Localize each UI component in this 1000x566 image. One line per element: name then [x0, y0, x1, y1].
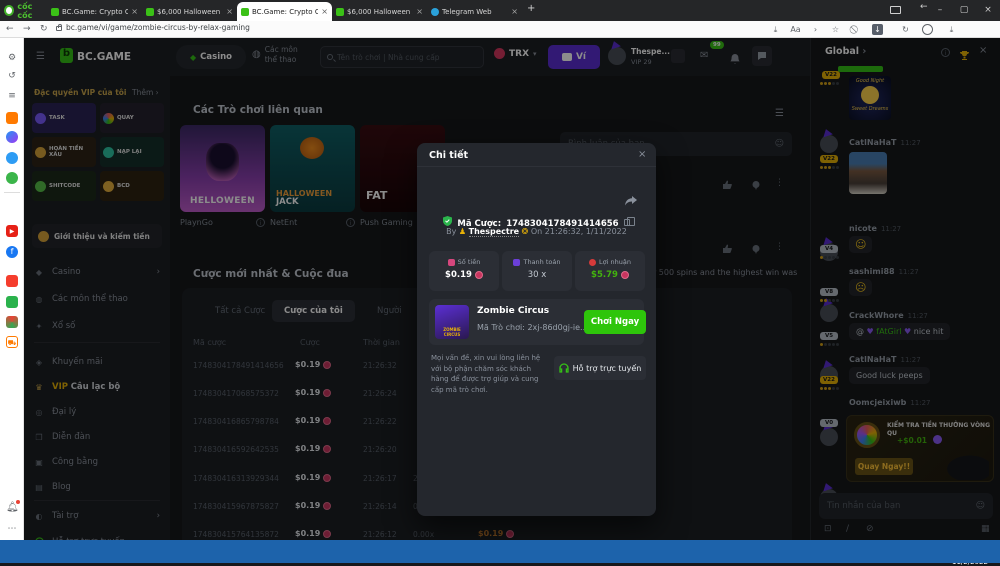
browser-tab-4[interactable]: $6,000 Halloween Slot Battle × — [332, 2, 427, 21]
stat-payout-mult: Thanh toán 30 x — [502, 251, 572, 291]
shopee-icon[interactable] — [6, 275, 18, 287]
telegram-favicon — [431, 8, 439, 16]
coin-icon — [621, 271, 629, 279]
nav-back-icon[interactable]: ← — [6, 22, 14, 37]
reading-list-icon[interactable]: ≡ — [6, 90, 18, 102]
tab-close-icon[interactable]: × — [511, 7, 518, 16]
game-name: Zombie Circus — [477, 306, 549, 316]
live-support-button[interactable]: Hỗ trợ trực tuyến — [554, 356, 646, 380]
share-bet-icon[interactable] — [625, 191, 637, 210]
tab-search-icon[interactable]: ← — [920, 2, 928, 12]
window-minimize-button[interactable]: – — [928, 0, 952, 21]
nav-reload-icon[interactable]: ↻ — [40, 22, 48, 37]
tab-close-icon[interactable]: × — [131, 7, 138, 16]
browser-tab-1[interactable]: BC.Game: Crypto Casino Gan × — [47, 2, 142, 21]
add-shortcut-icon[interactable] — [6, 204, 18, 216]
url-text[interactable]: bc.game/vi/game/zombie-circus-by-relax-g… — [66, 23, 250, 32]
window-maximize-button[interactable]: ▢ — [952, 0, 976, 21]
browser-brand-label: cốc cốc — [17, 2, 47, 20]
browser-tab-5[interactable]: Telegram Web × — [427, 2, 522, 21]
player-link[interactable]: Thespectre — [469, 227, 519, 237]
youtube-icon[interactable]: ▶ — [6, 225, 18, 237]
tab-close-icon[interactable]: × — [321, 7, 328, 16]
messenger-icon[interactable] — [6, 131, 18, 143]
zalo-icon[interactable] — [6, 152, 18, 164]
stat-profit: Lợi nhuận $5.79 — [575, 251, 645, 291]
amount-icon — [448, 259, 455, 266]
new-tab-button[interactable]: + — [527, 3, 535, 14]
hot-trending-icon[interactable] — [6, 112, 18, 124]
downloads-button[interactable]: ↓ — [872, 24, 883, 35]
sync-icon[interactable]: ↻ — [900, 24, 911, 35]
bcgame-page: ☰ b BC.GAME ◆ Casino ◍ Các mônthể thao T… — [24, 38, 1000, 540]
sports-ball-icon[interactable] — [6, 316, 18, 328]
bcgame-favicon — [51, 8, 59, 16]
cart-icon[interactable]: ⛟ — [6, 336, 18, 348]
bookmark-star-icon[interactable]: ☆ — [830, 24, 841, 35]
modal-title: Chi tiết — [429, 150, 468, 161]
tab-close-icon[interactable]: × — [226, 7, 233, 16]
browser-tabbar: cốc cốc BC.Game: Crypto Casino Gan × $6,… — [0, 0, 1000, 21]
pip-icon[interactable] — [890, 6, 901, 14]
games-icon[interactable] — [6, 172, 18, 184]
coin-icon — [475, 271, 483, 279]
browser-brand: cốc cốc — [0, 0, 47, 21]
more-icon[interactable]: ⋯ — [6, 523, 18, 535]
headset-icon — [559, 363, 569, 373]
game-code-row: Mã Trò chơi: 2xj-86d0gj-ie... — [477, 323, 596, 332]
settings-gear-icon[interactable]: ⚙ — [6, 52, 18, 64]
history-icon[interactable]: ↺ — [6, 70, 18, 82]
translate-icon[interactable]: Aa — [790, 24, 801, 35]
save-page-icon[interactable]: ⤓ — [770, 24, 781, 35]
bee-emoji: ❂ — [522, 227, 529, 236]
coccoc-logo-icon — [4, 5, 14, 16]
bet-datetime: 21:26:32, 1/11/2022 — [545, 227, 627, 236]
facebook-icon[interactable]: f — [6, 246, 18, 258]
bet-meta-row: By ♟ Thespectre ❂ On 21:26:32, 1/11/2022 — [417, 227, 656, 236]
share-icon[interactable]: › — [810, 24, 821, 35]
profit-icon — [589, 259, 596, 266]
bcgame-favicon — [336, 8, 344, 16]
browser-tab-3-active[interactable]: BC.Game: Crypto Casino Gan × — [237, 2, 332, 21]
notifications-bell-icon[interactable]: 🔔︎ — [6, 502, 18, 514]
bcgame-favicon — [146, 8, 154, 16]
profile-icon[interactable] — [922, 24, 933, 35]
play-now-button[interactable]: Chơi Ngay — [584, 310, 646, 334]
adblock-shield-icon[interactable]: ⃠ — [850, 24, 861, 35]
nav-forward-icon[interactable]: → — [23, 22, 31, 37]
payout-icon — [513, 259, 520, 266]
windows-taskbar — [0, 540, 1000, 563]
support-note: Mọi vấn đề, xin vui lòng liên hệ với bộ … — [431, 353, 549, 395]
gift-icon[interactable] — [6, 296, 18, 308]
game-code: 2xj-86d0gj-ie... — [527, 323, 587, 332]
tab-close-icon[interactable]: × — [416, 7, 423, 16]
bet-details-modal: Chi tiết × Mã Cược: 1748304178491414656 … — [417, 143, 656, 516]
modal-header: Chi tiết × — [417, 143, 656, 167]
stat-amount: Số tiền $0.19 — [429, 251, 499, 291]
download-tray-icon[interactable]: ⤓ — [946, 24, 957, 35]
browser-tab-2[interactable]: $6,000 Halloween Slot Battle × — [142, 2, 237, 21]
bcgame-favicon — [241, 8, 249, 16]
user-emoji: ♟ — [459, 227, 466, 236]
modal-close-icon[interactable]: × — [638, 149, 646, 160]
game-thumbnail[interactable]: ZOMBIE CIRCUS — [435, 305, 469, 339]
copy-icon[interactable] — [624, 219, 630, 226]
sidebar-divider — [4, 192, 20, 193]
https-lock-icon[interactable] — [56, 26, 62, 31]
window-close-button[interactable]: × — [976, 0, 1000, 21]
